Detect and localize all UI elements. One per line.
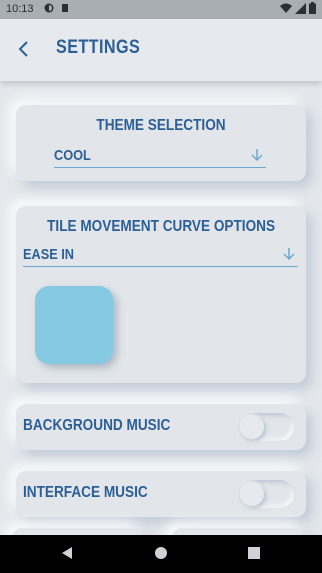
background-music-label: BACKGROUND MUSIC [23, 417, 171, 434]
tile-curve-value: EASE IN [23, 246, 75, 263]
arrow-down-icon [251, 149, 263, 162]
background-music-card: BACKGROUND MUSIC [16, 404, 306, 450]
page-title: SETTINGS [56, 37, 141, 58]
status-time: 10:13 [6, 3, 34, 15]
toggle-knob [240, 482, 264, 506]
interface-music-card: INTERFACE MUSIC [16, 471, 306, 517]
interface-music-label: INTERFACE MUSIC [23, 484, 148, 501]
theme-selection-card: THEME SELECTION COOL [16, 105, 306, 181]
tile-curve-heading: TILE MOVEMENT CURVE OPTIONS [47, 218, 275, 235]
signal-icon [295, 2, 306, 14]
back-arrow-icon[interactable] [14, 39, 34, 59]
system-nav-bar [0, 535, 322, 573]
sync-icon [44, 3, 54, 13]
home-nav-icon[interactable] [154, 546, 168, 560]
theme-heading: THEME SELECTION [96, 117, 226, 134]
sd-card-icon [62, 4, 68, 12]
tile-curve-dropdown[interactable]: EASE IN [23, 244, 298, 267]
tile-preview [35, 286, 113, 364]
theme-value: COOL [54, 147, 91, 164]
theme-heading-wrap: THEME SELECTION [16, 115, 306, 135]
wifi-icon [280, 3, 292, 13]
battery-icon [309, 2, 316, 14]
recents-nav-icon[interactable] [247, 546, 261, 560]
app-bar: SETTINGS [0, 19, 322, 81]
theme-dropdown[interactable]: COOL [54, 145, 266, 168]
arrow-down-icon [283, 248, 295, 261]
background-music-toggle[interactable] [238, 413, 294, 441]
toggle-knob [240, 415, 264, 439]
status-bar: 10:13 [0, 0, 322, 19]
interface-music-toggle[interactable] [238, 480, 294, 508]
back-nav-icon[interactable] [60, 546, 74, 560]
tile-curve-heading-wrap: TILE MOVEMENT CURVE OPTIONS [16, 216, 306, 236]
